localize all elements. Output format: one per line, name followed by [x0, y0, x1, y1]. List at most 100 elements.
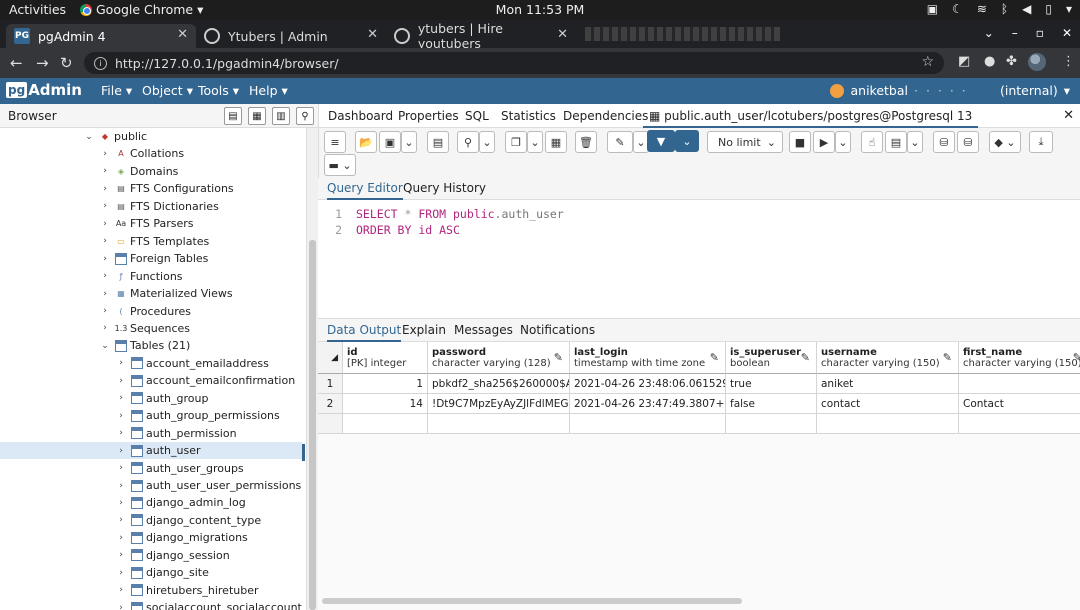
tree-node[interactable]: › ◈ Domains	[100, 163, 178, 180]
chevron-down-icon[interactable]: ⌄	[100, 341, 110, 351]
empty-cell[interactable]	[726, 414, 817, 434]
tab-messages[interactable]: Messages	[454, 323, 513, 337]
chevron-right-icon[interactable]: ›	[100, 306, 110, 316]
tree-node[interactable]: › auth_group_permissions	[116, 407, 280, 424]
pencil-icon[interactable]: ✎	[710, 351, 719, 364]
tab-query-history[interactable]: Query History	[403, 181, 486, 195]
tab-properties[interactable]: Properties	[398, 109, 459, 123]
tree-node[interactable]: › auth_user	[0, 442, 302, 460]
chevron-right-icon[interactable]: ›	[116, 603, 126, 610]
explain-icon[interactable]: ☝	[861, 131, 883, 153]
table-cell[interactable]	[959, 374, 1080, 394]
tree-node[interactable]: › ▦ Materialized Views	[100, 285, 232, 302]
database-icon[interactable]: ▤	[224, 107, 242, 125]
chevron-down-icon[interactable]: ⌄	[84, 132, 94, 142]
table-cell[interactable]: contact	[817, 394, 959, 414]
chevron-right-icon[interactable]: ›	[116, 568, 126, 578]
tab-query-tool[interactable]: ▦ public.auth_user/lcotubers/postgres@Po…	[643, 104, 979, 128]
empty-cell[interactable]	[570, 414, 726, 434]
execute-icon[interactable]: ▶	[813, 131, 835, 153]
tree-node[interactable]: › Aa FTS Parsers	[100, 215, 193, 232]
tab-explain[interactable]: Explain	[402, 323, 446, 337]
extensions-puzzle-icon[interactable]: ✤	[1006, 54, 1017, 69]
chevron-right-icon[interactable]: ›	[116, 533, 126, 543]
pencil-icon[interactable]: ✎	[801, 351, 810, 364]
tree-node[interactable]: › ▭ FTS Templates	[100, 233, 209, 250]
empty-cell[interactable]	[428, 414, 570, 434]
table-cell[interactable]: pbkdf2_sha256$260000$A6k...	[428, 374, 570, 394]
row-number[interactable]: 2	[318, 394, 343, 414]
pencil-icon[interactable]: ✎	[554, 351, 563, 364]
tab-statistics[interactable]: Statistics	[501, 109, 556, 123]
chevron-right-icon[interactable]: ›	[116, 463, 126, 473]
select-all-icon[interactable]: ◢	[331, 353, 338, 363]
chevron-down-icon[interactable]: ⌄	[401, 131, 417, 153]
horizontal-scrollbar[interactable]	[322, 598, 742, 604]
download-icon[interactable]: ⤓	[1029, 131, 1053, 153]
chevron-right-icon[interactable]: ›	[100, 271, 110, 281]
column-header[interactable]: first_namecharacter varying (150)✎	[959, 342, 1080, 374]
table-cell[interactable]: !Dt9C7MpzEyAyZJlFdlMEG2V...	[428, 394, 570, 414]
table-cell[interactable]: true	[726, 374, 817, 394]
menu-tools[interactable]: Tools ▾	[198, 83, 239, 98]
row-number[interactable]: 1	[318, 374, 343, 394]
chevron-right-icon[interactable]: ›	[116, 428, 126, 438]
app-menu[interactable]: Google Chrome ▾	[80, 2, 203, 17]
maximize-icon[interactable]: ▫	[1036, 26, 1044, 40]
tree-node[interactable]: › 1.3 Sequences	[100, 320, 190, 337]
tab-hire-youtubers[interactable]: ytubers | Hire youtubers ✕	[386, 21, 576, 51]
profile-avatar[interactable]	[1028, 53, 1046, 71]
extension-icon[interactable]: ●	[984, 54, 995, 69]
table-cell[interactable]: 2021-04-26 23:48:06.061529+05:...	[570, 374, 726, 394]
tree-node[interactable]: › django_admin_log	[116, 494, 246, 511]
menu-object[interactable]: Object ▾	[142, 83, 193, 98]
address-bar[interactable]: i http://127.0.0.1/pgadmin4/browser/ ☆	[84, 52, 944, 74]
database-icon[interactable]: ≡	[324, 131, 346, 153]
tab-ytubers-admin[interactable]: Ytubers | Admin ✕	[196, 24, 386, 48]
back-arrow-icon[interactable]: ←	[10, 54, 23, 72]
chevron-right-icon[interactable]: ›	[100, 149, 110, 159]
paste-icon[interactable]: ▦	[545, 131, 567, 153]
tree-node[interactable]: › Foreign Tables	[100, 250, 208, 267]
tree-node[interactable]: ⌄ ◆ public	[84, 128, 147, 145]
chevron-right-icon[interactable]: ›	[100, 254, 110, 264]
tree-node[interactable]: › django_content_type	[116, 512, 261, 529]
close-icon[interactable]: ✕	[367, 27, 378, 42]
tree-node[interactable]: › account_emailaddress	[116, 355, 269, 372]
menu-dots-icon[interactable]: ⋮	[1062, 54, 1075, 69]
chevron-right-icon[interactable]: ›	[116, 376, 126, 386]
column-header[interactable]: last_login timestamp with time zone ✎	[570, 342, 726, 374]
chevron-right-icon[interactable]: ›	[116, 481, 126, 491]
commit-icon[interactable]: ⛁	[933, 131, 955, 153]
grid-icon[interactable]: ▦	[248, 107, 266, 125]
search-icon[interactable]: ⚲	[296, 107, 314, 125]
empty-cell[interactable]	[959, 414, 1080, 434]
tree-node[interactable]: › ▤ FTS Dictionaries	[100, 198, 219, 215]
pgadmin-logo[interactable]: pg Admin	[6, 81, 82, 99]
table-cell[interactable]: 2021-04-26 23:47:49.3807+05:30	[570, 394, 726, 414]
chevron-down-icon[interactable]: ⌄	[675, 130, 699, 152]
scrollbar-thumb[interactable]	[309, 240, 316, 610]
tab-sql[interactable]: SQL	[465, 109, 489, 123]
save-data-icon[interactable]: ▤	[427, 131, 449, 153]
tree-node[interactable]: › ▤ FTS Configurations	[100, 180, 233, 197]
edit-icon[interactable]: ✎	[607, 131, 633, 153]
close-icon[interactable]: ✕	[557, 27, 568, 42]
pencil-icon[interactable]: ✎	[1073, 351, 1080, 364]
save-icon[interactable]: ▣	[379, 131, 401, 153]
system-tray[interactable]: ▣ ☾ ≋ ᛒ ◀ ▯ ▾	[927, 2, 1072, 16]
menu-file[interactable]: File ▾	[101, 83, 132, 98]
tree-node[interactable]: › django_migrations	[116, 529, 248, 546]
column-header[interactable]: is_superuser boolean ✎	[726, 342, 817, 374]
bookmark-star-icon[interactable]: ☆	[921, 54, 934, 70]
chevron-right-icon[interactable]: ›	[116, 585, 126, 595]
tree-scrollbar[interactable]	[306, 128, 318, 610]
reload-icon[interactable]: ↻	[60, 54, 73, 72]
chevron-right-icon[interactable]: ›	[116, 550, 126, 560]
chevron-down-icon[interactable]: ⌄	[907, 131, 923, 153]
column-header[interactable]: username character varying (150) ✎	[817, 342, 959, 374]
tree-node[interactable]: ⌄ Tables (21)	[100, 337, 190, 354]
tree-node[interactable]: › auth_user_user_permissions	[116, 477, 301, 494]
extension-icon[interactable]: ◩	[958, 54, 970, 69]
table-cell[interactable]: aniket	[817, 374, 959, 394]
